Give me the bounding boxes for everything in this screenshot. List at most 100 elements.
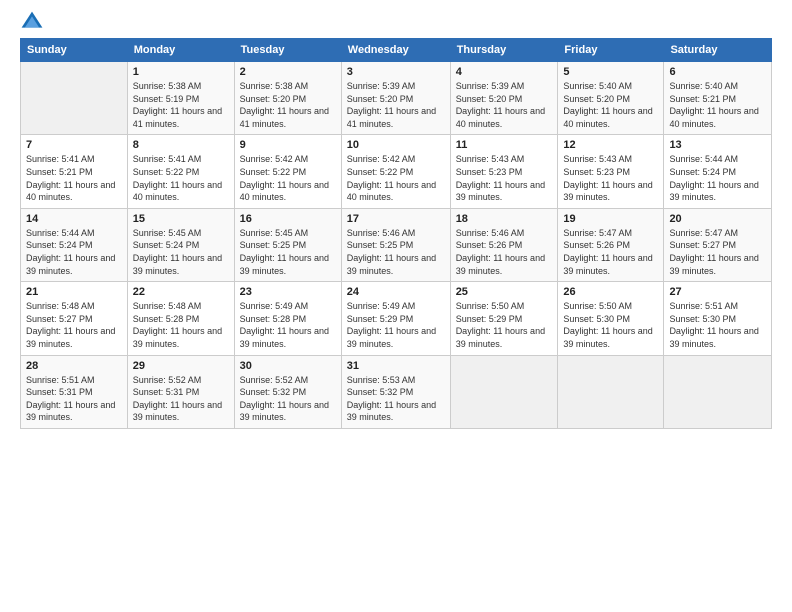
day-number: 7: [26, 139, 122, 151]
day-number: 10: [347, 139, 445, 151]
day-number: 28: [26, 360, 122, 372]
calendar-cell: [450, 355, 558, 428]
day-number: 18: [456, 213, 553, 225]
calendar-cell: [21, 62, 128, 135]
day-info: Sunrise: 5:53 AM Sunset: 5:32 PM Dayligh…: [347, 374, 445, 424]
day-number: 27: [669, 286, 766, 298]
calendar-cell: 29Sunrise: 5:52 AM Sunset: 5:31 PM Dayli…: [127, 355, 234, 428]
calendar-week-5: 28 Sunrise: 5:51 AM Sunset: 5:31 PM Dayli…: [21, 355, 772, 428]
calendar-cell: 11Sunrise: 5:43 AM Sunset: 5:23 PM Dayli…: [450, 135, 558, 208]
day-number: 4: [456, 66, 553, 78]
calendar-cell: 10Sunrise: 5:42 AM Sunset: 5:22 PM Dayli…: [341, 135, 450, 208]
day-info: Sunrise: 5:38 AM Sunset: 5:19 PM Dayligh…: [133, 80, 229, 130]
calendar-cell: 14Sunrise: 5:44 AM Sunset: 5:24 PM Dayli…: [21, 208, 128, 281]
day-number: 24: [347, 286, 445, 298]
calendar-cell: 9 Sunrise: 5:42 AM Sunset: 5:22 PM Daylig…: [234, 135, 341, 208]
calendar-cell: 23 Sunrise: 5:49 AM Sunset: 5:28 PM Dayli…: [234, 282, 341, 355]
day-number: 26: [563, 286, 658, 298]
calendar-cell: 2 Sunrise: 5:38 AM Sunset: 5:20 PM Daylig…: [234, 62, 341, 135]
calendar-header-saturday: Saturday: [664, 39, 772, 62]
page-container: SundayMondayTuesdayWednesdayThursdayFrid…: [0, 0, 792, 439]
calendar-header-monday: Monday: [127, 39, 234, 62]
day-number: 19: [563, 213, 658, 225]
calendar-header-thursday: Thursday: [450, 39, 558, 62]
day-number: 3: [347, 66, 445, 78]
day-info: Sunrise: 5:50 AM Sunset: 5:29 PM Dayligh…: [456, 300, 553, 350]
calendar-header-friday: Friday: [558, 39, 664, 62]
calendar-cell: 6 Sunrise: 5:40 AM Sunset: 5:21 PM Daylig…: [664, 62, 772, 135]
calendar-cell: 5 Sunrise: 5:40 AM Sunset: 5:20 PM Daylig…: [558, 62, 664, 135]
calendar-cell: 25 Sunrise: 5:50 AM Sunset: 5:29 PM Dayli…: [450, 282, 558, 355]
day-info: Sunrise: 5:42 AM Sunset: 5:22 PM Dayligh…: [240, 153, 336, 203]
day-number: 5: [563, 66, 658, 78]
day-number: 11: [456, 139, 553, 151]
day-info: Sunrise: 5:51 AM Sunset: 5:31 PM Dayligh…: [26, 374, 122, 424]
day-number: 31: [347, 360, 445, 372]
calendar-table: SundayMondayTuesdayWednesdayThursdayFrid…: [20, 38, 772, 429]
calendar-cell: 4Sunrise: 5:39 AM Sunset: 5:20 PM Daylig…: [450, 62, 558, 135]
day-info: Sunrise: 5:40 AM Sunset: 5:20 PM Dayligh…: [563, 80, 658, 130]
day-info: Sunrise: 5:52 AM Sunset: 5:31 PM Dayligh…: [133, 374, 229, 424]
day-info: Sunrise: 5:46 AM Sunset: 5:25 PM Dayligh…: [347, 227, 445, 277]
calendar-cell: 28 Sunrise: 5:51 AM Sunset: 5:31 PM Dayli…: [21, 355, 128, 428]
day-info: Sunrise: 5:47 AM Sunset: 5:26 PM Dayligh…: [563, 227, 658, 277]
day-number: 20: [669, 213, 766, 225]
day-info: Sunrise: 5:48 AM Sunset: 5:27 PM Dayligh…: [26, 300, 122, 350]
calendar-cell: 8 Sunrise: 5:41 AM Sunset: 5:22 PM Daylig…: [127, 135, 234, 208]
calendar-week-4: 21 Sunrise: 5:48 AM Sunset: 5:27 PM Dayli…: [21, 282, 772, 355]
calendar-cell: 27 Sunrise: 5:51 AM Sunset: 5:30 PM Dayli…: [664, 282, 772, 355]
day-info: Sunrise: 5:48 AM Sunset: 5:28 PM Dayligh…: [133, 300, 229, 350]
day-info: Sunrise: 5:51 AM Sunset: 5:30 PM Dayligh…: [669, 300, 766, 350]
day-number: 12: [563, 139, 658, 151]
calendar-cell: 20 Sunrise: 5:47 AM Sunset: 5:27 PM Dayli…: [664, 208, 772, 281]
day-info: Sunrise: 5:38 AM Sunset: 5:20 PM Dayligh…: [240, 80, 336, 130]
day-number: 17: [347, 213, 445, 225]
day-info: Sunrise: 5:44 AM Sunset: 5:24 PM Dayligh…: [669, 153, 766, 203]
calendar-header-sunday: Sunday: [21, 39, 128, 62]
calendar-header-wednesday: Wednesday: [341, 39, 450, 62]
calendar-cell: 16 Sunrise: 5:45 AM Sunset: 5:25 PM Dayli…: [234, 208, 341, 281]
calendar-cell: 22 Sunrise: 5:48 AM Sunset: 5:28 PM Dayli…: [127, 282, 234, 355]
day-info: Sunrise: 5:45 AM Sunset: 5:25 PM Dayligh…: [240, 227, 336, 277]
day-number: 2: [240, 66, 336, 78]
calendar-week-3: 14Sunrise: 5:44 AM Sunset: 5:24 PM Dayli…: [21, 208, 772, 281]
calendar-week-1: 1 Sunrise: 5:38 AM Sunset: 5:19 PM Daylig…: [21, 62, 772, 135]
day-info: Sunrise: 5:39 AM Sunset: 5:20 PM Dayligh…: [347, 80, 445, 130]
day-info: Sunrise: 5:49 AM Sunset: 5:28 PM Dayligh…: [240, 300, 336, 350]
day-number: 30: [240, 360, 336, 372]
day-number: 21: [26, 286, 122, 298]
day-info: Sunrise: 5:50 AM Sunset: 5:30 PM Dayligh…: [563, 300, 658, 350]
day-number: 13: [669, 139, 766, 151]
day-number: 25: [456, 286, 553, 298]
day-info: Sunrise: 5:41 AM Sunset: 5:22 PM Dayligh…: [133, 153, 229, 203]
day-number: 6: [669, 66, 766, 78]
calendar-cell: 31 Sunrise: 5:53 AM Sunset: 5:32 PM Dayli…: [341, 355, 450, 428]
calendar-header-tuesday: Tuesday: [234, 39, 341, 62]
calendar-cell: 15 Sunrise: 5:45 AM Sunset: 5:24 PM Dayli…: [127, 208, 234, 281]
day-info: Sunrise: 5:47 AM Sunset: 5:27 PM Dayligh…: [669, 227, 766, 277]
day-number: 15: [133, 213, 229, 225]
day-info: Sunrise: 5:49 AM Sunset: 5:29 PM Dayligh…: [347, 300, 445, 350]
day-info: Sunrise: 5:40 AM Sunset: 5:21 PM Dayligh…: [669, 80, 766, 130]
day-number: 9: [240, 139, 336, 151]
day-number: 23: [240, 286, 336, 298]
calendar-cell: 26 Sunrise: 5:50 AM Sunset: 5:30 PM Dayli…: [558, 282, 664, 355]
day-number: 22: [133, 286, 229, 298]
day-number: 16: [240, 213, 336, 225]
header: [20, 10, 772, 34]
day-number: 8: [133, 139, 229, 151]
calendar-cell: 21 Sunrise: 5:48 AM Sunset: 5:27 PM Dayli…: [21, 282, 128, 355]
calendar-cell: 19 Sunrise: 5:47 AM Sunset: 5:26 PM Dayli…: [558, 208, 664, 281]
calendar-header-row: SundayMondayTuesdayWednesdayThursdayFrid…: [21, 39, 772, 62]
calendar-week-2: 7Sunrise: 5:41 AM Sunset: 5:21 PM Daylig…: [21, 135, 772, 208]
day-number: 1: [133, 66, 229, 78]
day-info: Sunrise: 5:45 AM Sunset: 5:24 PM Dayligh…: [133, 227, 229, 277]
day-info: Sunrise: 5:44 AM Sunset: 5:24 PM Dayligh…: [26, 227, 122, 277]
calendar-cell: 24 Sunrise: 5:49 AM Sunset: 5:29 PM Dayli…: [341, 282, 450, 355]
calendar-cell: 3 Sunrise: 5:39 AM Sunset: 5:20 PM Daylig…: [341, 62, 450, 135]
calendar-cell: 30Sunrise: 5:52 AM Sunset: 5:32 PM Dayli…: [234, 355, 341, 428]
calendar-cell: 17 Sunrise: 5:46 AM Sunset: 5:25 PM Dayli…: [341, 208, 450, 281]
calendar-cell: 1 Sunrise: 5:38 AM Sunset: 5:19 PM Daylig…: [127, 62, 234, 135]
calendar-cell: [558, 355, 664, 428]
calendar-cell: 13 Sunrise: 5:44 AM Sunset: 5:24 PM Dayli…: [664, 135, 772, 208]
